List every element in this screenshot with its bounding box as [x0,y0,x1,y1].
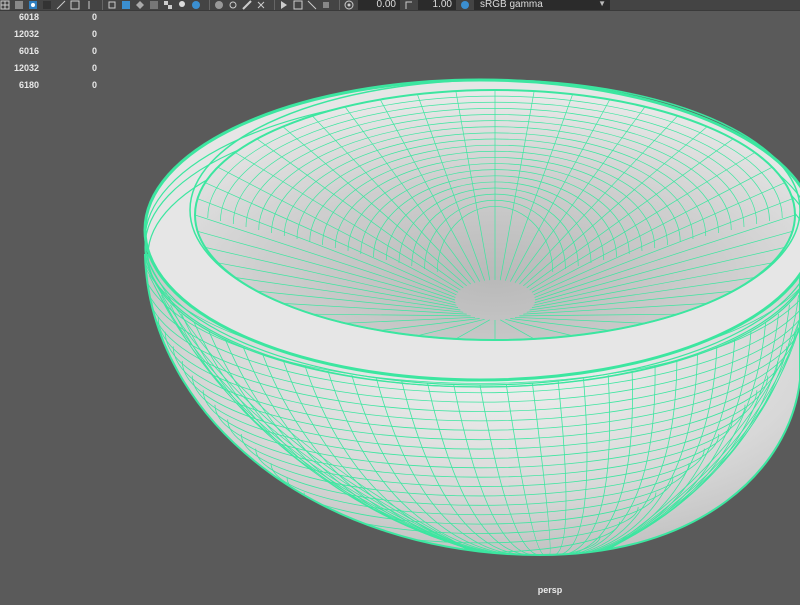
hud-selected-value: 0 [92,46,98,56]
hud-count-value: 6016 [18,46,39,56]
hud-row: 6180 0 [0,77,110,94]
hud-count-value: 6180 [18,80,39,90]
wireframe-on-shaded-icon[interactable] [149,0,159,10]
viewport-panel[interactable] [0,0,800,600]
hud-row: 12032 0 [0,60,110,77]
hud-selected-value: 0 [92,12,98,22]
color-management-icon[interactable] [460,0,470,10]
bowl-render[interactable] [0,0,800,600]
color-space-dropdown[interactable]: sRGB gamma ▼ [474,0,610,10]
hud-count-value: 6018 [18,12,39,22]
antialiasing-icon[interactable] [242,0,252,10]
xray-icon[interactable] [293,0,303,10]
gamma-field[interactable]: 1.00 [418,0,456,10]
depth-of-field-icon[interactable] [256,0,266,10]
hud-selected-value: 0 [92,63,98,73]
toolbar-divider [274,0,275,10]
hud-count-value: 12032 [13,63,39,73]
textured-icon[interactable] [163,0,173,10]
lights-icon[interactable] [177,0,187,10]
hud-row: 6018 0 [0,9,110,26]
gamma-icon[interactable] [404,0,414,10]
hud-count-value: 12032 [13,29,39,39]
shadows-icon[interactable] [191,0,201,10]
xray-joints-icon[interactable] [307,0,317,10]
color-space-value: sRGB gamma [480,0,543,10]
camera-name-label: persp [537,585,563,595]
hud-selected-value: 0 [92,29,98,39]
poly-count-hud: 6018 0 12032 0 6016 0 12032 0 6180 0 [0,9,110,94]
default-material-icon[interactable] [135,0,145,10]
exposure-field[interactable]: 0.00 [358,0,400,10]
hud-selected-value: 0 [92,80,98,90]
exposure-icon[interactable] [344,0,354,10]
isolate-select-icon[interactable] [279,0,289,10]
toolbar-divider [209,0,210,10]
hud-row: 12032 0 [0,26,110,43]
hud-row: 6016 0 [0,43,110,60]
toolbar-divider [339,0,340,10]
chevron-down-icon: ▼ [598,0,606,8]
motion-blur-icon[interactable] [228,0,238,10]
ambient-occlusion-icon[interactable] [214,0,224,10]
viewport-toolbar: 0.00 1.00 sRGB gamma ▼ [0,0,800,11]
xray-components-icon[interactable] [321,0,331,10]
smooth-shade-icon[interactable] [121,0,131,10]
